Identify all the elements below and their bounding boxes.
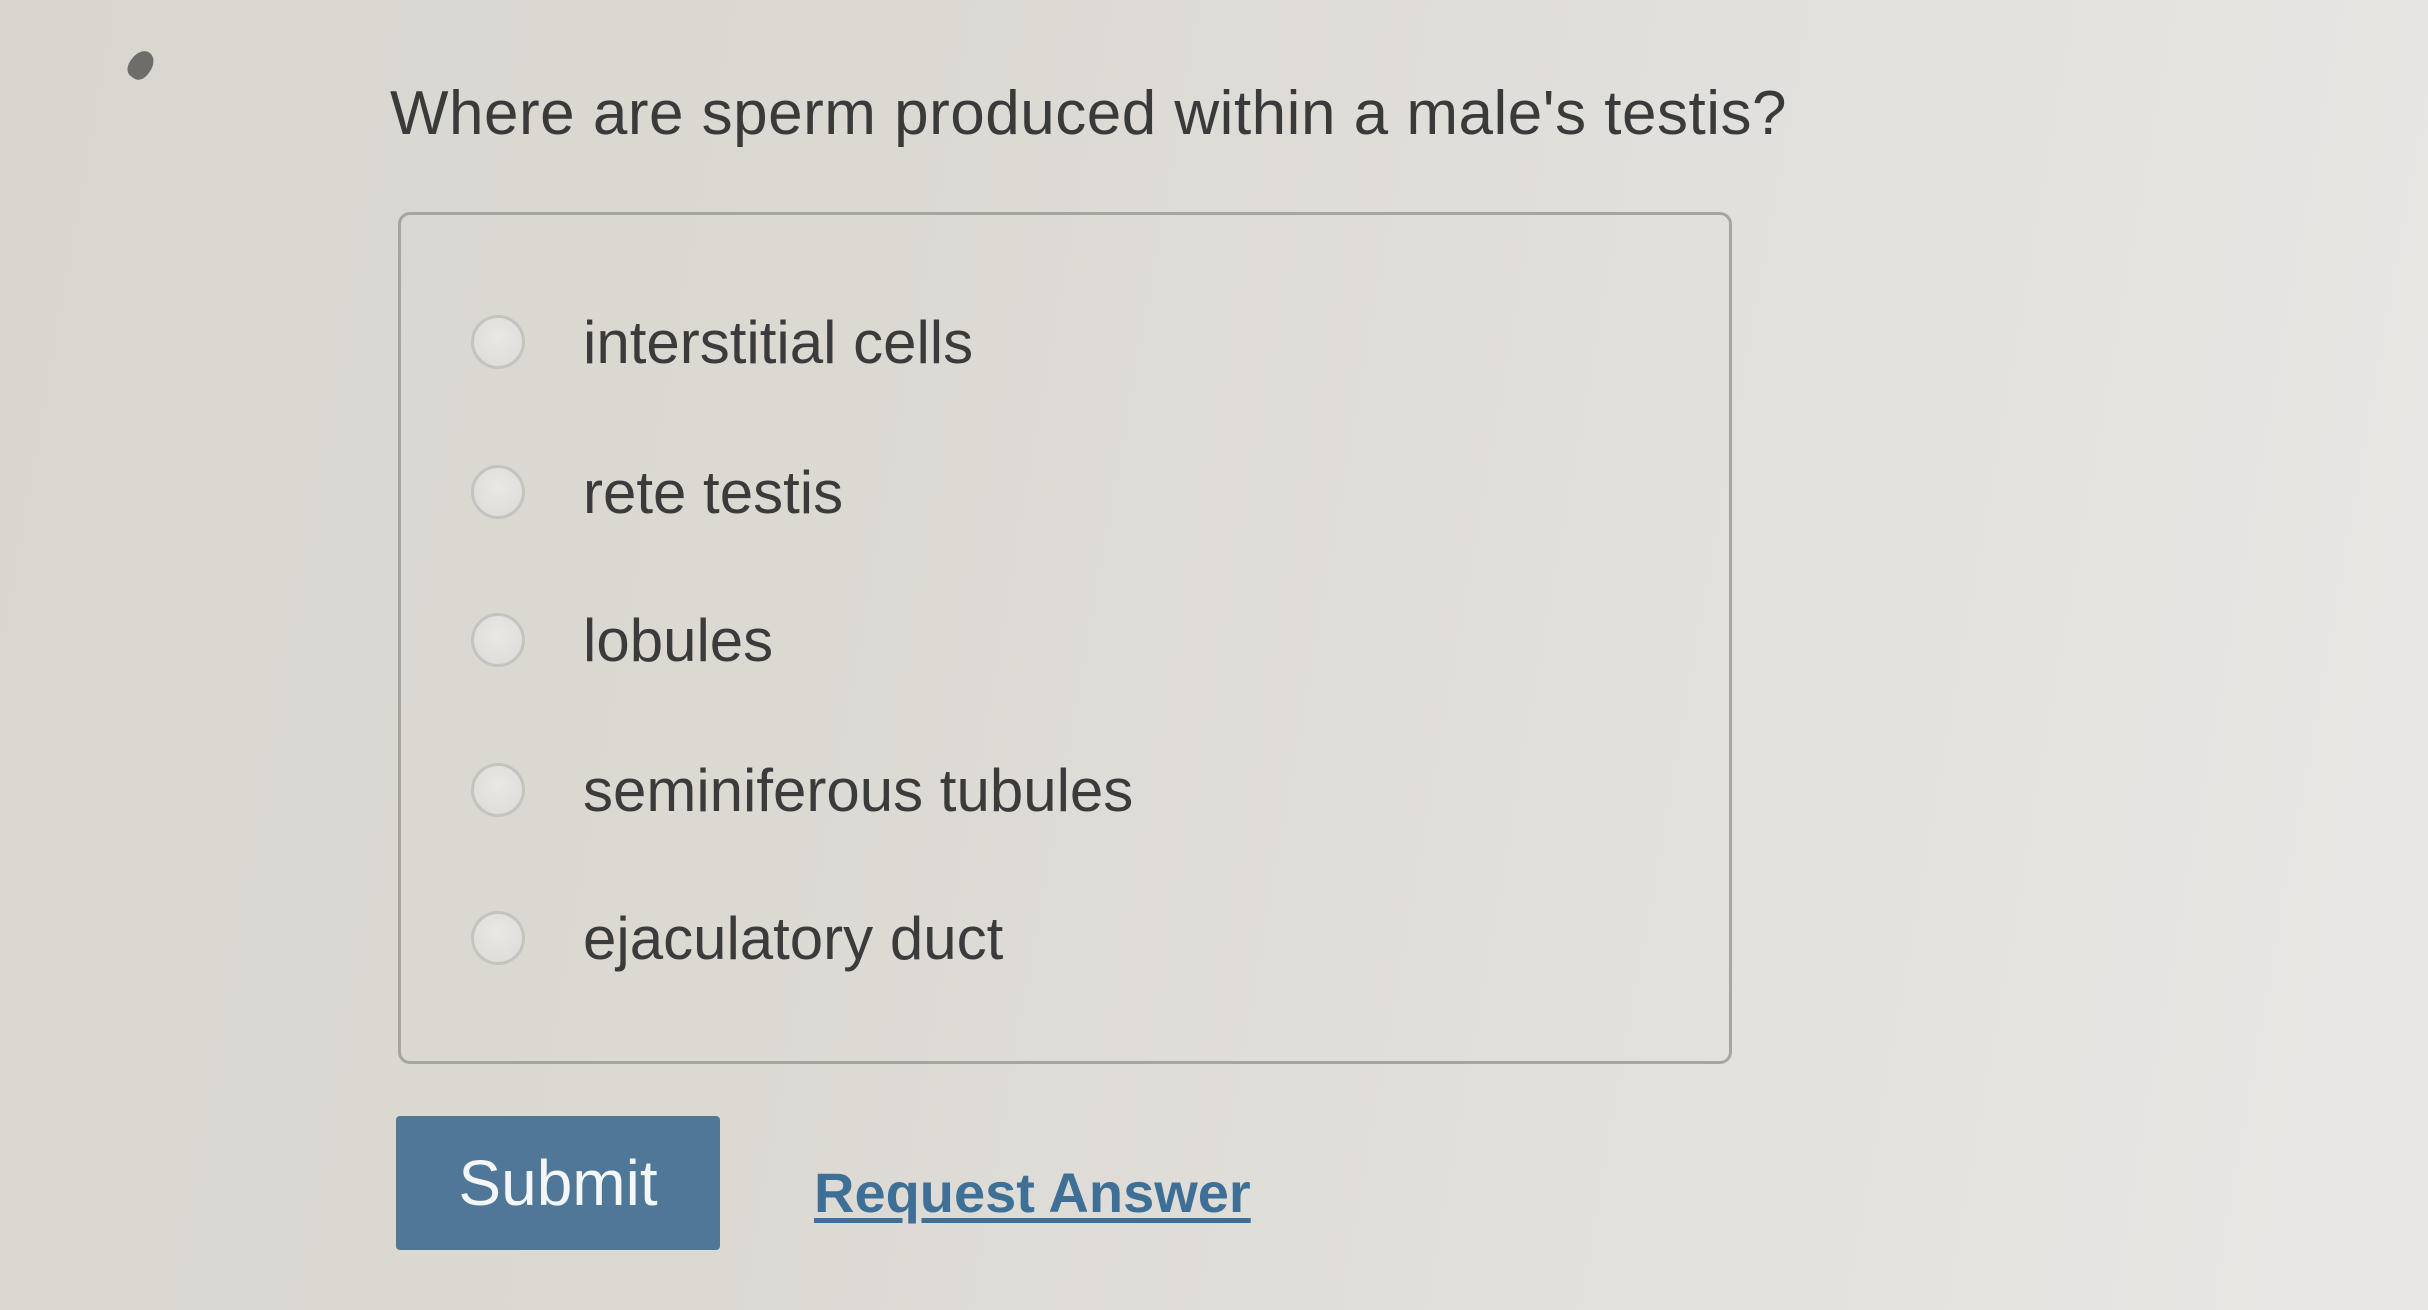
radio-button[interactable] (471, 613, 525, 667)
option-label: ejaculatory duct (583, 904, 1004, 972)
option-lobules[interactable]: lobules (471, 595, 773, 685)
option-label: seminiferous tubules (583, 756, 1134, 824)
radio-button[interactable] (471, 465, 525, 519)
answer-options-box: interstitial cells rete testis lobules s… (398, 212, 1732, 1064)
option-rete-testis[interactable]: rete testis (471, 447, 843, 537)
option-label: interstitial cells (583, 308, 974, 376)
radio-button[interactable] (471, 763, 525, 817)
submit-button[interactable]: Submit (396, 1116, 720, 1250)
option-label: rete testis (583, 458, 844, 526)
request-answer-link[interactable]: Request Answer (814, 1160, 1251, 1225)
pen-mark (123, 46, 159, 84)
option-seminiferous-tubules[interactable]: seminiferous tubules (471, 745, 1133, 835)
radio-button[interactable] (471, 315, 525, 369)
question-text: Where are sperm produced within a male's… (390, 79, 1787, 148)
option-ejaculatory-duct[interactable]: ejaculatory duct (471, 893, 1003, 983)
option-interstitial-cells[interactable]: interstitial cells (471, 297, 973, 387)
radio-button[interactable] (471, 911, 525, 965)
option-label: lobules (583, 606, 774, 674)
